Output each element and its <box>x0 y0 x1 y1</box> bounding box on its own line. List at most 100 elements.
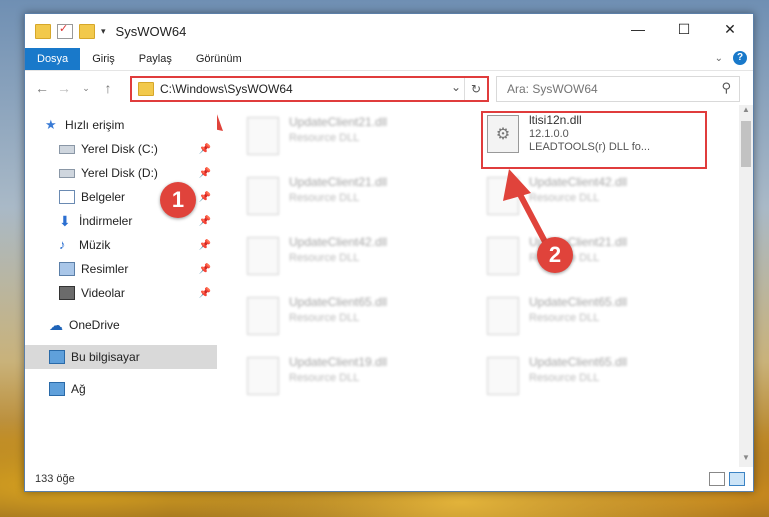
details-view-icon[interactable] <box>709 472 725 486</box>
pin-icon[interactable]: 📌 <box>199 264 211 275</box>
navigation-bar: ← → ⌄ ↑ C:\Windows\SysWOW64 ⌄ ↻ ⚲ <box>25 71 753 105</box>
sidebar-item-onedrive[interactable]: ☁ OneDrive <box>25 313 217 337</box>
folder-icon <box>138 82 154 96</box>
address-path: C:\Windows\SysWOW64 <box>160 82 293 96</box>
tiles-view-icon[interactable] <box>729 472 745 486</box>
sidebar-item-music[interactable]: ♪ Müzik 📌 <box>25 233 217 257</box>
file-item[interactable]: UpdateClient65.dll Resource DLL <box>487 355 702 407</box>
step-badge-1: 1 <box>160 182 196 218</box>
tab-file[interactable]: Dosya <box>25 48 81 70</box>
sidebar-item-label: OneDrive <box>69 318 120 332</box>
sidebar-item-disk-d[interactable]: Yerel Disk (D:) 📌 <box>25 161 217 185</box>
dll-file-icon <box>487 297 519 335</box>
scroll-down-icon[interactable]: ▼ <box>739 453 753 467</box>
sidebar-item-label: İndirmeler <box>79 214 133 228</box>
refresh-icon[interactable]: ↻ <box>464 78 487 100</box>
network-icon <box>49 382 65 396</box>
tab-home[interactable]: Giriş <box>80 48 127 70</box>
search-icon[interactable]: ⚲ <box>721 80 731 96</box>
file-item[interactable]: UpdateClient19.dll Resource DLL <box>247 355 462 407</box>
window-title: SysWOW64 <box>115 23 187 39</box>
disk-icon <box>59 168 75 178</box>
sidebar-item-pictures[interactable]: Resimler 📌 <box>25 257 217 281</box>
sidebar-item-quick-access[interactable]: ★ Hızlı erişim <box>25 113 217 137</box>
sidebar-item-label: Ağ <box>71 382 86 396</box>
download-icon: ⬇ <box>59 213 71 229</box>
forward-arrow-icon[interactable]: → <box>53 80 75 96</box>
step-badge-2: 2 <box>537 237 573 273</box>
search-input[interactable] <box>505 81 709 97</box>
file-item[interactable]: UpdateClient21.dllResource DLL <box>247 175 462 227</box>
vertical-scrollbar[interactable]: ▲ ▼ <box>739 105 753 467</box>
sidebar-item-disk-c[interactable]: Yerel Disk (C:) 📌 <box>25 137 217 161</box>
minimize-icon[interactable]: — <box>615 14 661 44</box>
tab-share[interactable]: Paylaş <box>127 48 184 70</box>
item-count: 133 öğe <box>35 473 75 485</box>
file-item[interactable]: UpdateClient65.dll Resource DLL <box>247 295 462 347</box>
sidebar-item-label: Yerel Disk (D:) <box>81 166 158 180</box>
address-dropdown-icon[interactable]: ⌄ <box>451 80 461 94</box>
scroll-thumb[interactable] <box>741 121 751 167</box>
quick-access-toolbar: ▾ <box>35 22 106 39</box>
expand-ribbon-icon[interactable]: ⌄ <box>715 53 723 64</box>
sidebar-item-videos[interactable]: Videolar 📌 <box>25 281 217 305</box>
back-arrow-icon[interactable]: ← <box>31 80 53 96</box>
sidebar-item-label: Belgeler <box>81 190 126 204</box>
dll-file-icon <box>247 297 279 335</box>
help-icon[interactable]: ? <box>733 51 747 65</box>
documents-icon <box>59 190 75 204</box>
sidebar-item-label: Resimler <box>81 262 129 276</box>
file-item[interactable]: UpdateClient65.dll Resource DLL <box>487 295 702 347</box>
dll-file-icon <box>487 357 519 395</box>
sidebar-item-network[interactable]: Ağ <box>25 377 217 401</box>
scroll-up-icon[interactable]: ▲ <box>739 105 753 119</box>
dll-file-icon: ⚙ <box>487 115 519 153</box>
file-item[interactable]: UpdateClient21.dllResource DLL <box>247 115 462 167</box>
status-bar: 133 öğe <box>25 467 753 491</box>
chevron-down-icon[interactable]: ▾ <box>101 26 106 37</box>
file-item[interactable]: UpdateClient42.dll Resource DLL <box>247 235 462 287</box>
disk-icon <box>59 144 75 154</box>
explorer-body: ★ Hızlı erişim Yerel Disk (C:) 📌 Yerel D… <box>25 105 753 467</box>
dll-file-icon <box>247 237 279 275</box>
file-item[interactable]: UpdateClient42.dll Resource DLL <box>487 175 702 227</box>
videos-icon <box>59 286 75 300</box>
maximize-icon[interactable]: ☐ <box>661 14 707 44</box>
navigation-pane: ★ Hızlı erişim Yerel Disk (C:) 📌 Yerel D… <box>25 105 217 467</box>
new-folder-icon[interactable] <box>79 23 95 39</box>
pin-icon[interactable]: 📌 <box>199 240 211 251</box>
arrow-head <box>217 114 223 131</box>
star-icon: ★ <box>45 117 57 132</box>
sidebar-item-label: Bu bilgisayar <box>71 350 140 364</box>
address-bar[interactable]: C:\Windows\SysWOW64 ⌄ ↻ <box>130 76 489 102</box>
pin-icon[interactable]: 📌 <box>199 144 211 155</box>
up-arrow-icon[interactable]: ↑ <box>97 80 119 96</box>
pin-icon[interactable]: 📌 <box>199 216 211 227</box>
file-item[interactable]: UpdateClient21.dllResource DLL <box>487 235 702 287</box>
pictures-icon <box>59 262 75 276</box>
pin-icon[interactable]: 📌 <box>199 168 211 179</box>
sidebar-item-label: Hızlı erişim <box>65 118 125 132</box>
file-description: LEADTOOLS(r) DLL fo... <box>529 141 651 153</box>
pin-icon[interactable]: 📌 <box>199 192 211 203</box>
music-icon: ♪ <box>59 237 66 252</box>
dll-file-icon <box>247 117 279 155</box>
recent-locations-icon[interactable]: ⌄ <box>75 83 97 94</box>
properties-icon[interactable] <box>57 22 73 39</box>
file-list: UpdateClient21.dll Resource DLL ⚙ ltisi12… <box>217 105 739 467</box>
ribbon-tabs: Dosya Giriş Paylaş Görünüm ⌄ ? <box>25 48 753 71</box>
tab-view[interactable]: Görünüm <box>184 48 254 70</box>
title-bar: ▾ SysWOW64 — ☐ ✕ <box>25 14 753 48</box>
dll-file-icon <box>487 237 519 275</box>
pin-icon[interactable]: 📌 <box>199 288 211 299</box>
dll-file-icon <box>487 177 519 215</box>
close-icon[interactable]: ✕ <box>707 14 753 44</box>
dll-file-icon <box>247 357 279 395</box>
folder-icon[interactable] <box>35 23 51 39</box>
sidebar-item-label: Videolar <box>81 286 125 300</box>
file-item-highlighted[interactable]: ⚙ ltisi12n.dll 12.1.0.0 LEADTOOLS(r) DLL… <box>481 111 707 169</box>
dll-file-icon <box>247 177 279 215</box>
file-name: ltisi12n.dll <box>529 113 582 127</box>
search-box[interactable]: ⚲ <box>496 76 740 102</box>
sidebar-item-this-pc[interactable]: Bu bilgisayar <box>25 345 217 369</box>
